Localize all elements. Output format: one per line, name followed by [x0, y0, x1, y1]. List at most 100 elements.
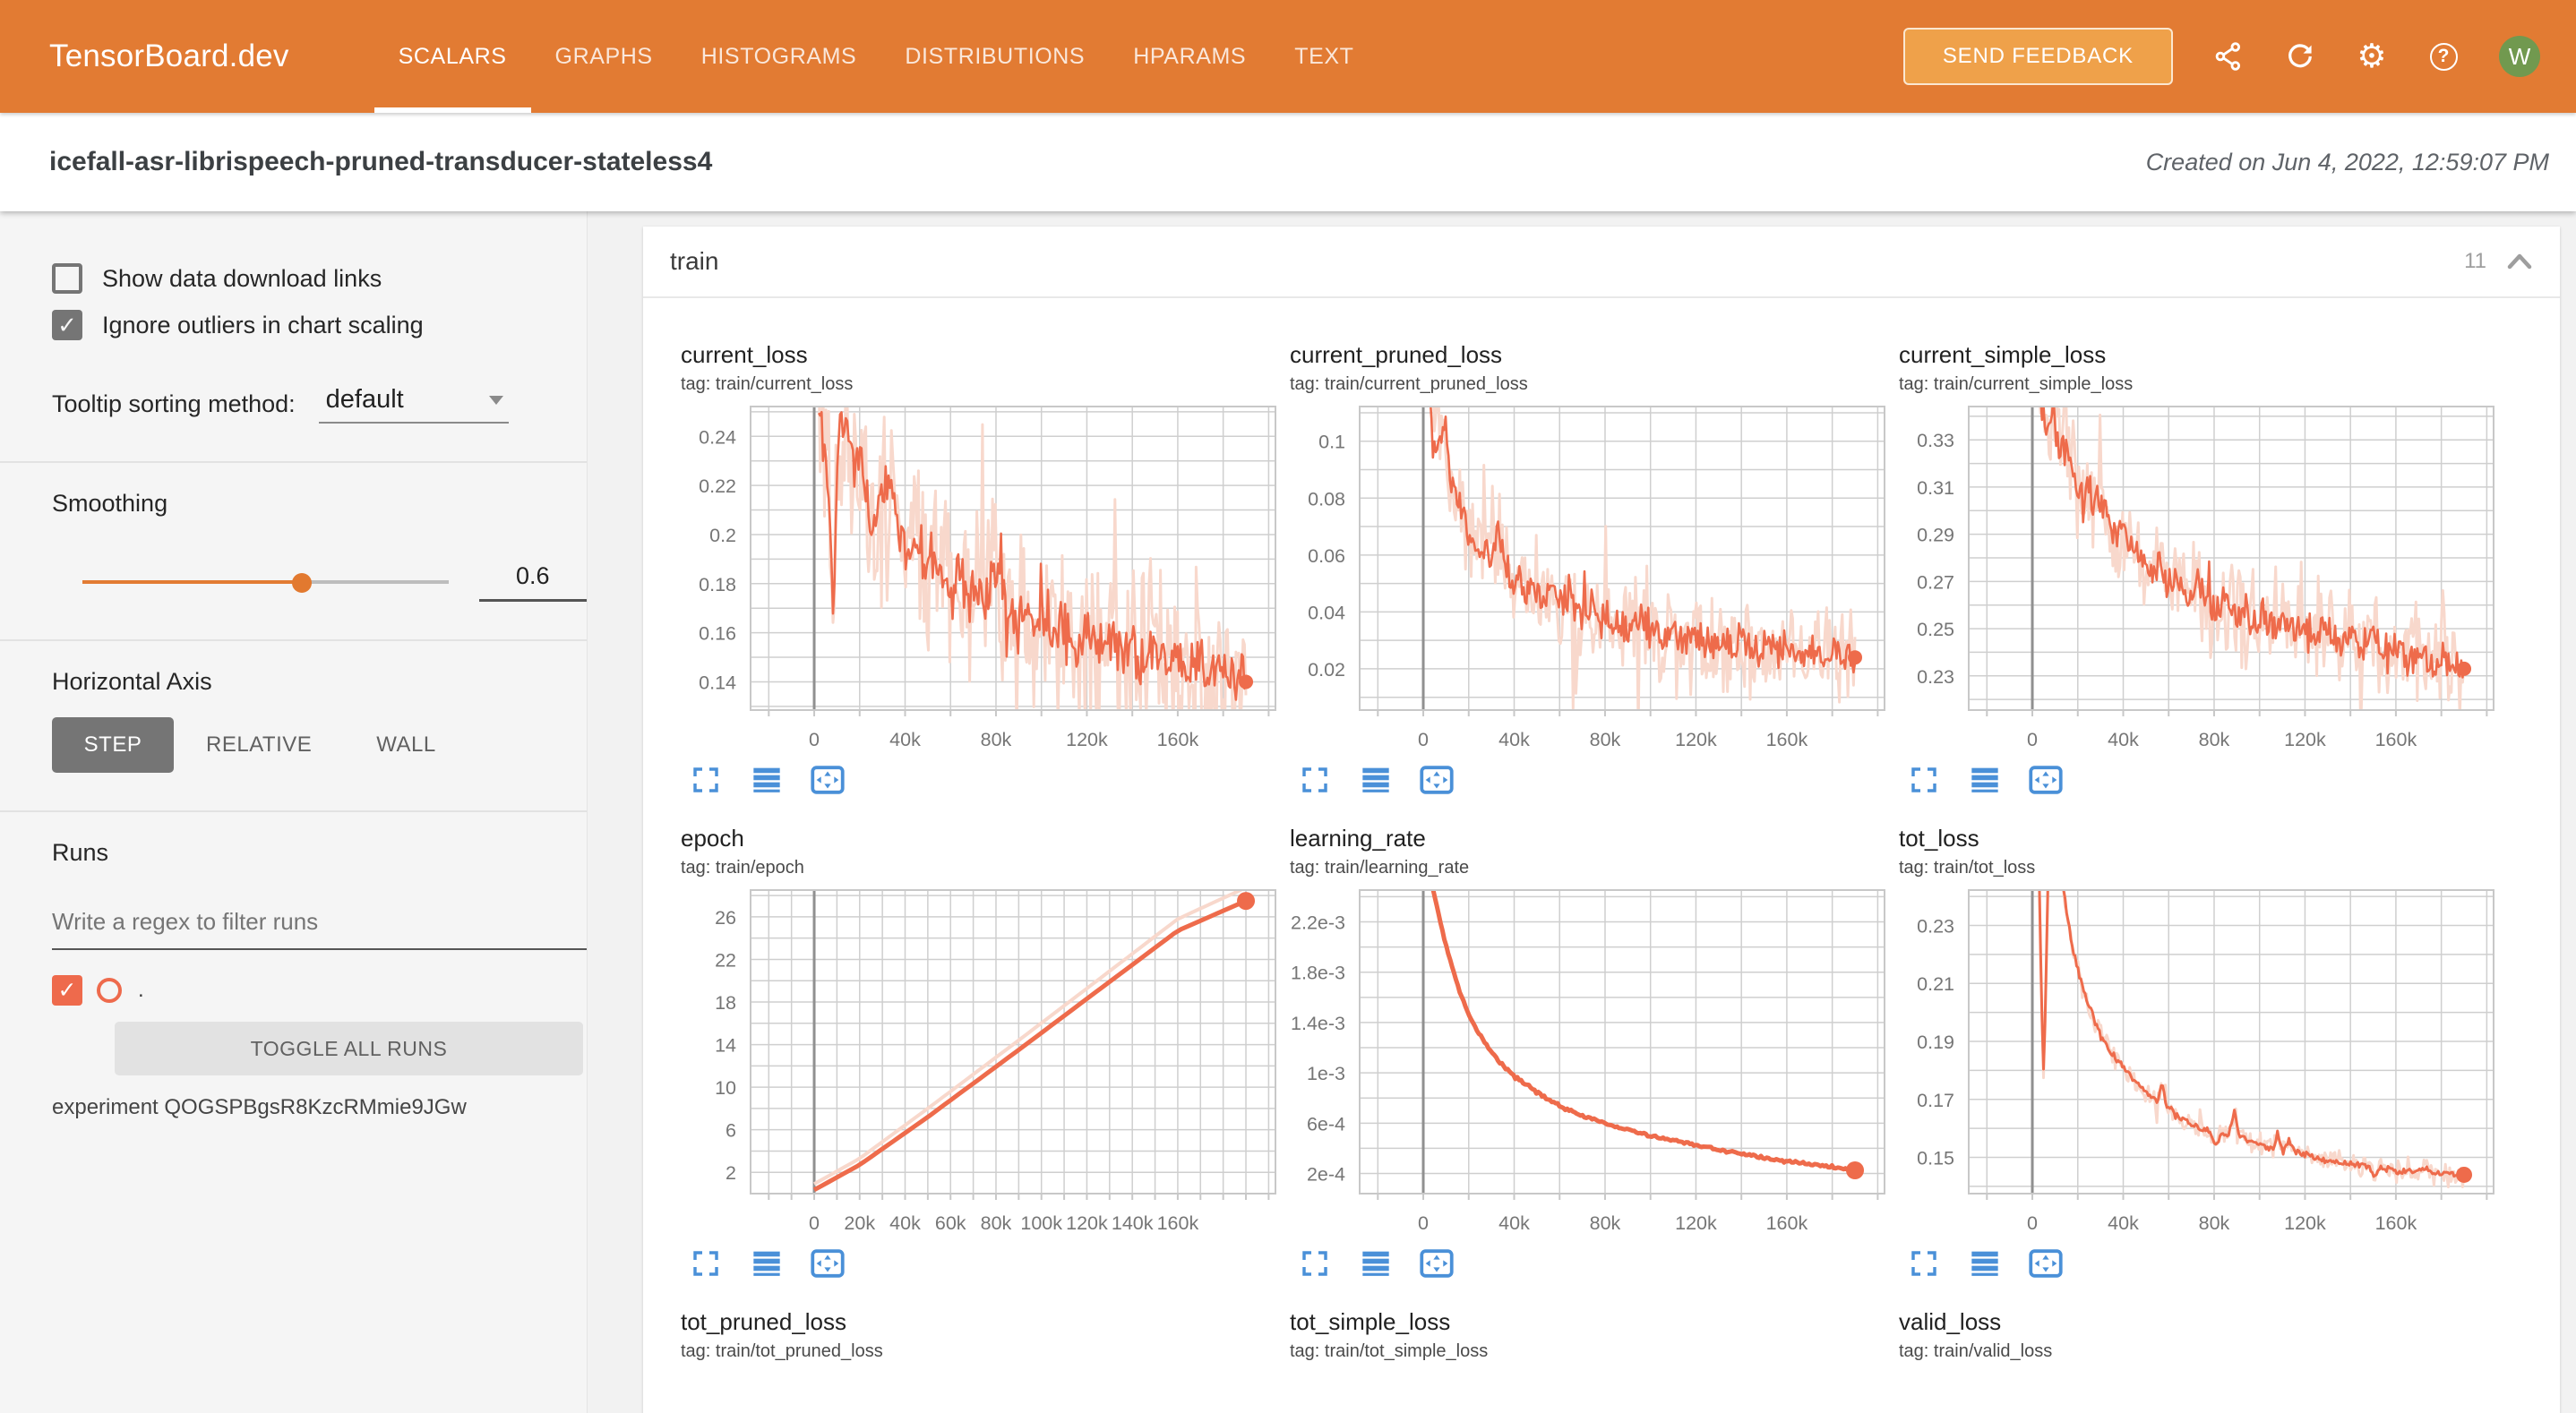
chart-plot[interactable]: 0.020.040.060.080.1040k80k120k160k	[1290, 406, 1886, 753]
svg-text:0.02: 0.02	[1308, 659, 1345, 681]
fit-to-data-icon[interactable]	[2026, 1246, 2065, 1281]
tab-scalars[interactable]: SCALARS	[374, 0, 531, 113]
chart-tag: tag: train/tot_pruned_loss	[681, 1341, 1290, 1362]
svg-text:160k: 160k	[2375, 729, 2417, 750]
send-feedback-button[interactable]: SEND FEEDBACK	[1903, 28, 2173, 85]
chart-title: current_pruned_loss	[1290, 341, 1899, 369]
send-feedback-label: SEND FEEDBACK	[1943, 44, 2134, 69]
stacked-lines-icon[interactable]	[747, 1246, 786, 1281]
smoothing-slider[interactable]	[82, 573, 449, 591]
expand-icon[interactable]	[1295, 1246, 1335, 1281]
stacked-lines-icon[interactable]	[1356, 762, 1395, 798]
svg-text:14: 14	[715, 1035, 736, 1057]
svg-text:80k: 80k	[1590, 729, 1621, 750]
fit-to-data-icon[interactable]	[808, 1246, 847, 1281]
chart-plot[interactable]: 0.140.160.180.20.220.24040k80k120k160k	[681, 406, 1277, 753]
chart-plot[interactable]: 0.230.250.270.290.310.33040k80k120k160k	[1899, 406, 2495, 753]
svg-text:1.4e-3: 1.4e-3	[1291, 1013, 1345, 1034]
svg-text:0.27: 0.27	[1917, 571, 1954, 593]
svg-text:0.18: 0.18	[699, 574, 736, 595]
svg-text:0.21: 0.21	[1917, 973, 1954, 995]
expand-icon[interactable]	[1295, 762, 1335, 798]
app-bar: TensorBoard.dev SCALARS GRAPHS HISTOGRAM…	[0, 0, 2576, 113]
svg-text:120k: 120k	[1066, 729, 1108, 750]
smoothing-label: Smoothing	[0, 490, 587, 518]
svg-text:120k: 120k	[2284, 729, 2326, 750]
stacked-lines-icon[interactable]	[1356, 1246, 1395, 1281]
svg-text:0: 0	[1418, 1212, 1429, 1234]
svg-text:0: 0	[2027, 1212, 2038, 1234]
chart-tag: tag: train/current_pruned_loss	[1290, 374, 1899, 395]
chart-title: epoch	[681, 825, 1290, 852]
chart-card-tot_pruned_loss: tot_pruned_losstag: train/tot_pruned_los…	[681, 1287, 1290, 1362]
section-title: train	[670, 247, 718, 276]
chart-tag: tag: train/tot_simple_loss	[1290, 1341, 1899, 1362]
chart-plot[interactable]: 261014182226020k40k60k80k100k120k140k160…	[681, 889, 1277, 1237]
chart-plot[interactable]: 2e-46e-41e-31.4e-31.8e-32.2e-3040k80k120…	[1290, 889, 1886, 1237]
chart-count-badge: 11	[2464, 249, 2486, 274]
fit-to-data-icon[interactable]	[808, 762, 847, 798]
svg-text:120k: 120k	[2284, 1212, 2326, 1234]
svg-text:0.08: 0.08	[1308, 488, 1345, 510]
help-icon[interactable]: ?	[2427, 40, 2460, 73]
svg-text:80k: 80k	[981, 1212, 1012, 1234]
svg-text:0.22: 0.22	[699, 475, 736, 497]
chart-title: valid_loss	[1899, 1308, 2508, 1336]
experiment-id: experiment QOGSPBgsR8KzcRMmie9JGw	[0, 1095, 587, 1120]
horizontal-axis-label: Horizontal Axis	[0, 668, 587, 696]
show-download-links-checkbox[interactable]	[52, 263, 82, 294]
stacked-lines-icon[interactable]	[1965, 762, 2005, 798]
haxis-wall-button[interactable]: WALL	[344, 732, 468, 758]
tooltip-sorting-select[interactable]: default	[319, 385, 509, 424]
run-checkbox[interactable]: ✓	[52, 975, 82, 1006]
chart-title: current_simple_loss	[1899, 341, 2508, 369]
slider-thumb[interactable]	[292, 573, 312, 593]
chart-toolbar	[1899, 762, 2508, 803]
svg-text:40k: 40k	[889, 729, 921, 750]
svg-text:6: 6	[726, 1120, 736, 1142]
fit-to-data-icon[interactable]	[1417, 1246, 1456, 1281]
svg-text:0: 0	[809, 1212, 820, 1234]
svg-text:0.04: 0.04	[1308, 602, 1345, 623]
ignore-outliers-checkbox[interactable]: ✓	[52, 310, 82, 340]
haxis-relative-button[interactable]: RELATIVE	[174, 732, 344, 758]
svg-text:40k: 40k	[1498, 729, 1530, 750]
svg-text:40k: 40k	[889, 1212, 921, 1234]
tab-histograms[interactable]: HISTOGRAMS	[677, 0, 881, 113]
expand-icon[interactable]	[1904, 1246, 1944, 1281]
svg-text:160k: 160k	[2375, 1212, 2417, 1234]
smoothing-value-field[interactable]: 0.6	[479, 562, 587, 602]
chart-toolbar	[1899, 1246, 2508, 1287]
svg-text:40k: 40k	[2108, 1212, 2139, 1234]
stacked-lines-icon[interactable]	[747, 762, 786, 798]
chart-tag: tag: train/current_simple_loss	[1899, 374, 2508, 395]
toggle-all-runs-button[interactable]: TOGGLE ALL RUNS	[115, 1022, 583, 1075]
svg-text:0: 0	[2027, 729, 2038, 750]
tab-text[interactable]: TEXT	[1270, 0, 1378, 113]
fit-to-data-icon[interactable]	[2026, 762, 2065, 798]
tab-distributions[interactable]: DISTRIBUTIONS	[880, 0, 1109, 113]
expand-icon[interactable]	[686, 1246, 726, 1281]
expand-icon[interactable]	[686, 762, 726, 798]
expand-icon[interactable]	[1904, 762, 1944, 798]
settings-gear-icon[interactable]: ⚙	[2356, 40, 2388, 73]
haxis-step-button[interactable]: STEP	[52, 717, 174, 773]
chart-plot[interactable]: 0.150.170.190.210.23040k80k120k160k	[1899, 889, 2495, 1237]
avatar-initial: W	[2509, 43, 2531, 71]
stacked-lines-icon[interactable]	[1965, 1246, 2005, 1281]
chart-card-learning_rate: learning_ratetag: train/learning_rate2e-…	[1290, 803, 1899, 1287]
collapse-section-button[interactable]	[2504, 246, 2535, 277]
runs-regex-input[interactable]	[52, 903, 587, 950]
tab-graphs[interactable]: GRAPHS	[531, 0, 677, 113]
help-circle: ?	[2430, 43, 2458, 71]
sidebar-divider	[0, 461, 587, 463]
avatar[interactable]: W	[2499, 36, 2540, 77]
fit-to-data-icon[interactable]	[1417, 762, 1456, 798]
svg-text:2.2e-3: 2.2e-3	[1291, 912, 1345, 934]
created-timestamp: Created on Jun 4, 2022, 12:59:07 PM	[2146, 149, 2549, 176]
share-icon[interactable]	[2212, 40, 2245, 73]
svg-text:80k: 80k	[1590, 1212, 1621, 1234]
refresh-icon[interactable]	[2284, 40, 2316, 73]
tab-hparams[interactable]: HPARAMS	[1109, 0, 1270, 113]
page-title: icefall-asr-librispeech-pruned-transduce…	[49, 147, 712, 177]
